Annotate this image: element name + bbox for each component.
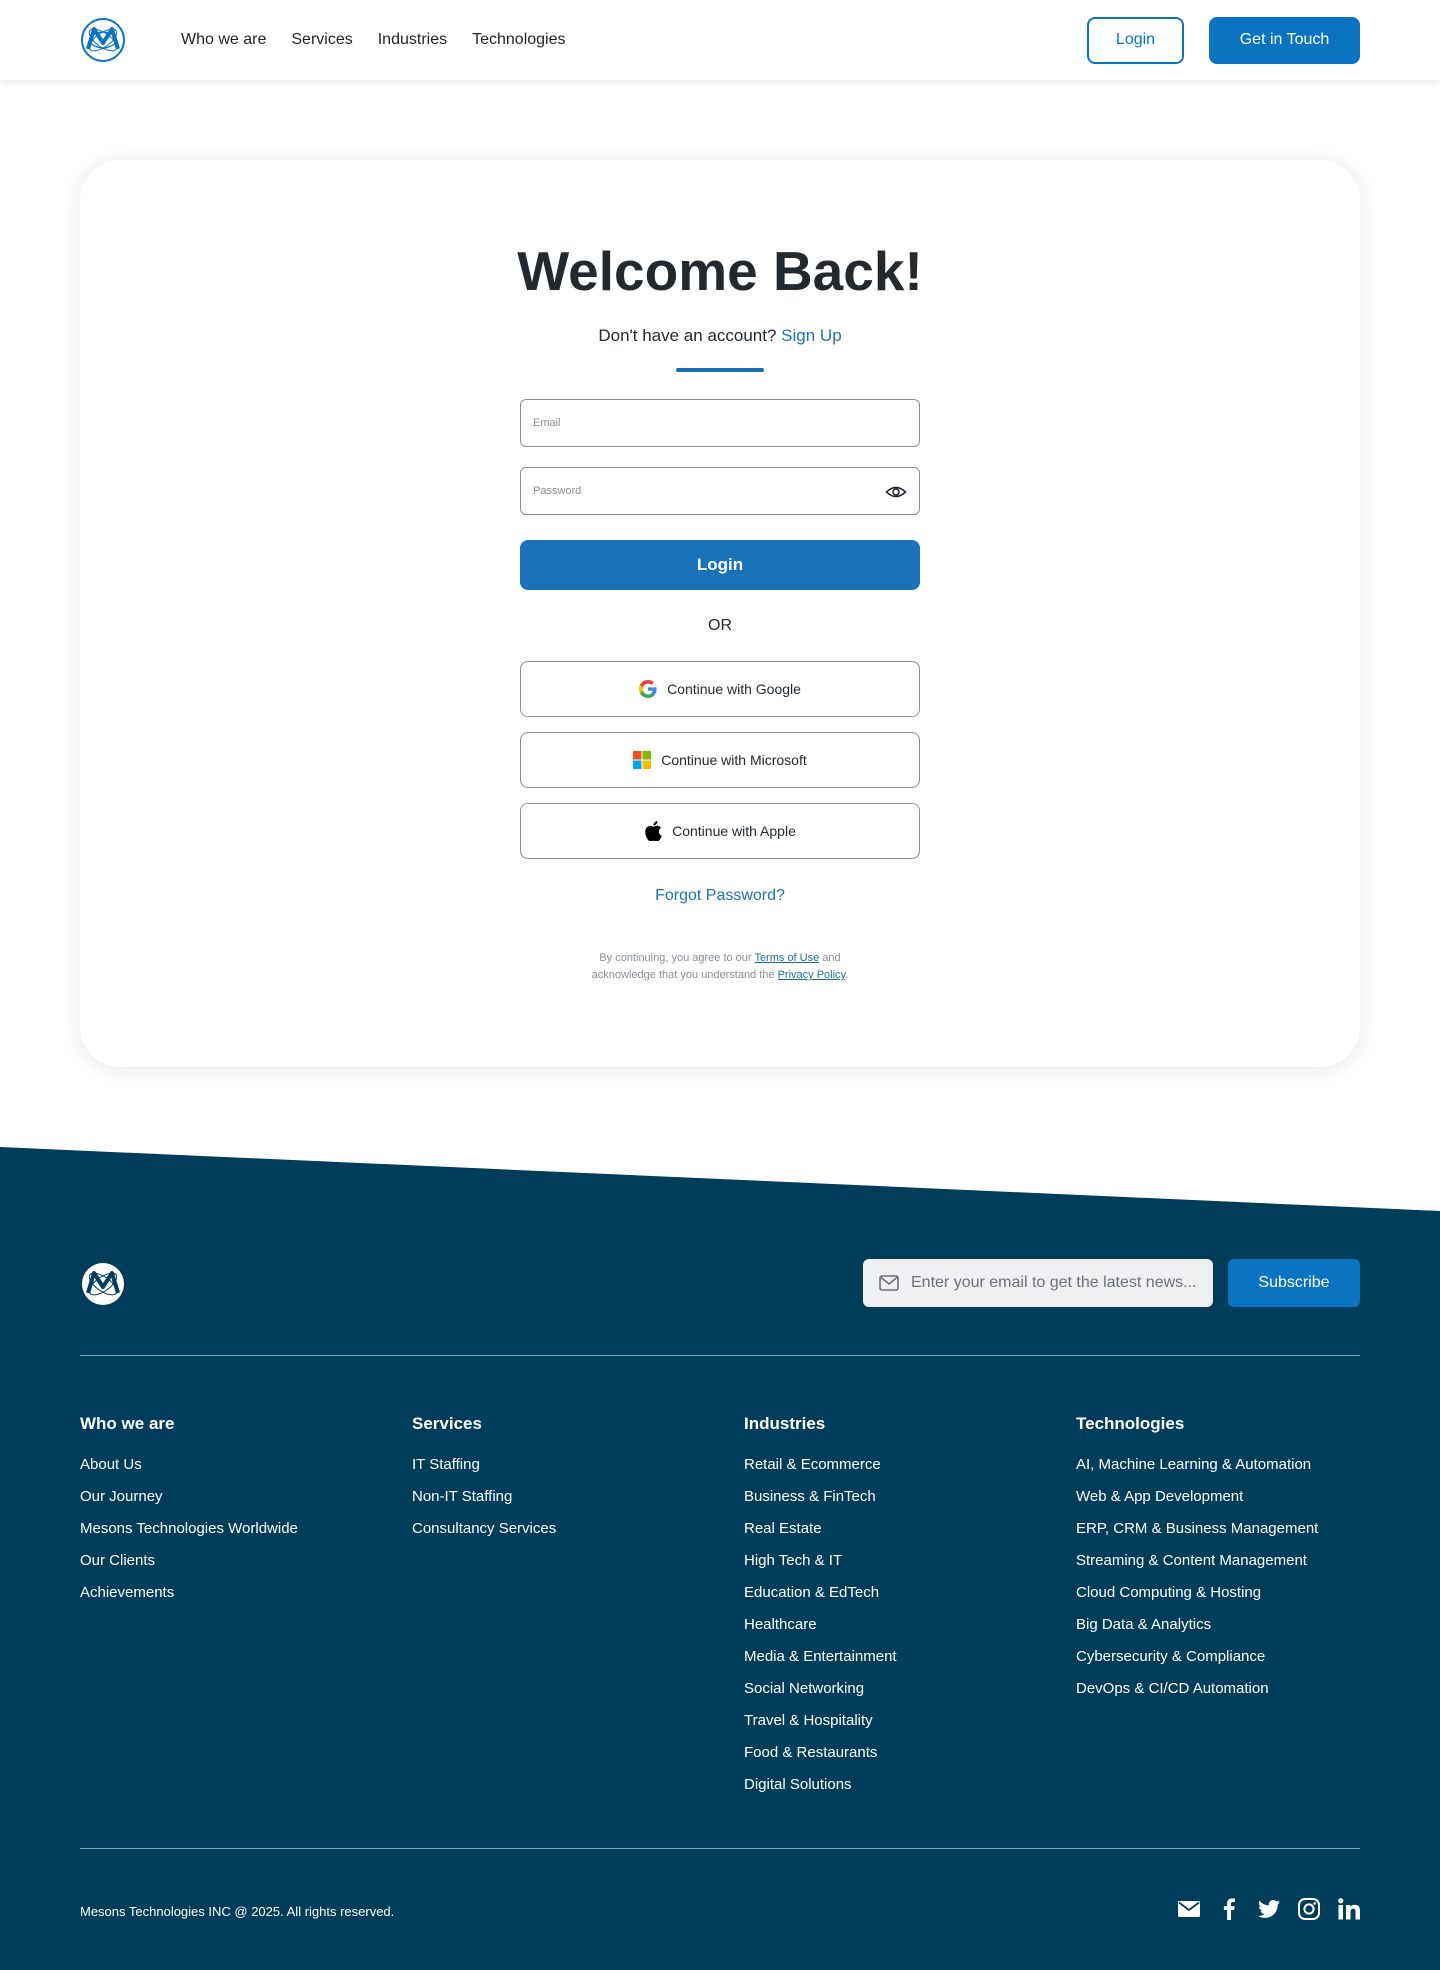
footer-link[interactable]: IT Staffing (412, 1455, 556, 1475)
signup-prompt: Don't have an account? Sign Up (598, 326, 841, 346)
legal-middle-2: acknowledge that you understand the (591, 969, 775, 981)
footer-col-technologies: Technologies AI, Machine Learning & Auto… (1076, 1413, 1318, 1711)
login-card: Welcome Back! Don't have an account? Sig… (80, 160, 1360, 1067)
footer-divider-top (80, 1355, 1360, 1356)
footer-link[interactable]: Cloud Computing & Hosting (1076, 1583, 1318, 1603)
footer-link[interactable]: Real Estate (744, 1519, 897, 1539)
footer-col-services: Services IT Staffing Non-IT Staffing Con… (412, 1413, 556, 1551)
footer-link[interactable]: About Us (80, 1455, 298, 1475)
footer-link[interactable]: Our Clients (80, 1551, 298, 1571)
google-signin-button[interactable]: Continue with Google (520, 661, 920, 717)
forgot-password-link[interactable]: Forgot Password? (655, 887, 785, 905)
footer-col-title: Services (412, 1414, 482, 1433)
nav-industries[interactable]: Industries (378, 30, 447, 50)
footer-logo[interactable] (80, 1261, 126, 1307)
footer-link[interactable]: ERP, CRM & Business Management (1076, 1519, 1318, 1539)
footer-col-industries: Industries Retail & Ecommerce Business &… (744, 1413, 897, 1807)
header-login-button[interactable]: Login (1087, 16, 1184, 64)
newsletter-placeholder: Enter your email to get the latest news.… (911, 1274, 1197, 1291)
facebook-icon[interactable] (1218, 1898, 1240, 1920)
instagram-icon[interactable] (1298, 1898, 1320, 1920)
footer-col-title: Industries (744, 1414, 826, 1433)
mail-outline-icon (879, 1275, 899, 1291)
footer-link[interactable]: Consultancy Services (412, 1519, 556, 1539)
twitter-icon[interactable] (1258, 1898, 1280, 1920)
footer-col-title: Who we are (80, 1414, 175, 1433)
legal-prefix: By continuing, you agree to our (599, 952, 752, 964)
site-header: Who we are Services Industries Technolog… (0, 0, 1440, 80)
site-footer: Enter your email to get the latest news.… (0, 1147, 1440, 1970)
apple-icon (645, 821, 662, 841)
get-in-touch-button[interactable]: Get in Touch (1209, 16, 1360, 64)
footer-inner: Enter your email to get the latest news.… (80, 1147, 1360, 1970)
apple-signin-label: Continue with Apple (672, 823, 796, 839)
mail-icon[interactable] (1178, 1898, 1200, 1920)
legal-suffix: . (845, 969, 849, 981)
legal-notice: By continuing, you agree to our Terms of… (592, 950, 849, 984)
footer-col-title: Technologies (1076, 1414, 1185, 1433)
footer-link[interactable]: Mesons Technologies Worldwide (80, 1519, 298, 1539)
email-input[interactable] (533, 417, 907, 429)
footer-link[interactable]: Education & EdTech (744, 1583, 897, 1603)
legal-middle-1: and (822, 952, 841, 964)
google-signin-label: Continue with Google (667, 681, 801, 697)
eye-icon[interactable] (885, 482, 907, 502)
mesons-logo[interactable] (80, 17, 126, 63)
footer-link[interactable]: Media & Entertainment (744, 1647, 897, 1667)
footer-link[interactable]: Our Journey (80, 1487, 298, 1507)
signup-prompt-text: Don't have an account? (598, 326, 777, 345)
or-divider: OR (708, 617, 732, 634)
main-content: Welcome Back! Don't have an account? Sig… (0, 80, 1440, 1147)
signup-link[interactable]: Sign Up (781, 326, 841, 345)
footer-link[interactable]: AI, Machine Learning & Automation (1076, 1455, 1318, 1475)
copyright-text: Mesons Technologies INC @ 2025. All righ… (80, 1904, 395, 1919)
password-field[interactable] (520, 467, 920, 515)
terms-link[interactable]: Terms of Use (754, 952, 819, 964)
social-links (1178, 1898, 1360, 1920)
newsletter-email-field[interactable]: Enter your email to get the latest news.… (863, 1259, 1213, 1307)
microsoft-signin-label: Continue with Microsoft (661, 752, 807, 768)
footer-divider-bottom (80, 1848, 1360, 1849)
footer-link[interactable]: Achievements (80, 1583, 298, 1603)
google-icon (639, 680, 657, 698)
main-nav: Who we are Services Industries Technolog… (181, 30, 566, 50)
footer-link[interactable]: Web & App Development (1076, 1487, 1318, 1507)
apple-signin-button[interactable]: Continue with Apple (520, 803, 920, 859)
nav-technologies[interactable]: Technologies (472, 30, 565, 50)
subscribe-button[interactable]: Subscribe (1228, 1259, 1360, 1307)
footer-link[interactable]: Non-IT Staffing (412, 1487, 556, 1507)
footer-link[interactable]: Food & Restaurants (744, 1743, 897, 1763)
footer-col-who-we-are: Who we are About Us Our Journey Mesons T… (80, 1413, 298, 1615)
footer-link[interactable]: Healthcare (744, 1615, 897, 1635)
footer-link[interactable]: Social Networking (744, 1679, 897, 1699)
nav-who-we-are[interactable]: Who we are (181, 30, 266, 50)
footer-link[interactable]: Business & FinTech (744, 1487, 897, 1507)
title-underline (676, 368, 764, 372)
footer-link[interactable]: Big Data & Analytics (1076, 1615, 1318, 1635)
footer-link[interactable]: Streaming & Content Management (1076, 1551, 1318, 1571)
header-actions: Login Get in Touch (1087, 16, 1360, 64)
microsoft-signin-button[interactable]: Continue with Microsoft (520, 732, 920, 788)
footer-link[interactable]: Travel & Hospitality (744, 1711, 897, 1731)
footer-link[interactable]: DevOps & CI/CD Automation (1076, 1679, 1318, 1699)
footer-link[interactable]: Retail & Ecommerce (744, 1455, 897, 1475)
nav-services[interactable]: Services (291, 30, 352, 50)
page-title: Welcome Back! (517, 240, 923, 302)
email-field[interactable] (520, 399, 920, 447)
password-input[interactable] (533, 485, 907, 497)
linkedin-icon[interactable] (1338, 1898, 1360, 1920)
login-button[interactable]: Login (520, 540, 920, 590)
footer-link[interactable]: Digital Solutions (744, 1775, 897, 1795)
microsoft-icon (633, 751, 652, 769)
footer-link[interactable]: Cybersecurity & Compliance (1076, 1647, 1318, 1667)
footer-link[interactable]: High Tech & IT (744, 1551, 897, 1571)
privacy-link[interactable]: Privacy Policy (778, 969, 846, 981)
